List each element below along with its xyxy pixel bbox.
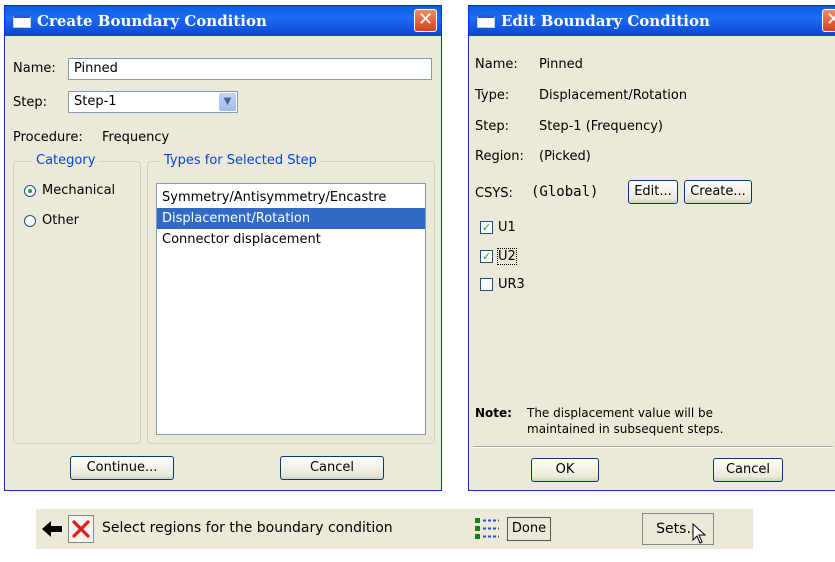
create-dialog-titlebar[interactable]: Create Boundary Condition ✕ bbox=[5, 6, 441, 36]
type-item-displacement-rotation[interactable]: Displacement/Rotation bbox=[157, 208, 425, 229]
prompt-bar: Select regions for the boundary conditio… bbox=[36, 509, 753, 549]
csys-label: CSYS: bbox=[475, 186, 513, 201]
edit-dialog-titlebar[interactable]: Edit Boundary Condition ✕ bbox=[469, 6, 835, 36]
check-icon: ✓ bbox=[480, 250, 493, 263]
edit-cancel-button[interactable]: Cancel bbox=[713, 458, 783, 482]
close-icon[interactable]: ✕ bbox=[414, 9, 437, 32]
step-select[interactable]: Step-1 ▼ bbox=[68, 91, 238, 113]
edit-region-label: Region: bbox=[475, 149, 524, 164]
procedure-value: Frequency bbox=[102, 130, 170, 145]
chevron-down-icon[interactable]: ▼ bbox=[219, 93, 236, 111]
type-item-connector-displacement[interactable]: Connector displacement bbox=[157, 229, 425, 250]
edit-region-value: (Picked) bbox=[539, 149, 591, 164]
types-listbox[interactable]: Symmetry/Antisymmetry/Encastre Displacem… bbox=[156, 183, 426, 435]
dof-u1-checkbox[interactable]: ✓ U1 bbox=[480, 220, 540, 236]
done-button[interactable]: Done bbox=[507, 517, 551, 541]
csys-edit-button[interactable]: Edit... bbox=[628, 180, 678, 204]
edit-step-label: Step: bbox=[475, 119, 509, 134]
radio-other[interactable]: Other bbox=[24, 213, 136, 231]
types-legend: Types for Selected Step bbox=[160, 153, 321, 168]
procedure-label: Procedure: bbox=[13, 130, 83, 145]
step-label: Step: bbox=[13, 95, 47, 110]
csys-value: (Global) bbox=[531, 184, 599, 200]
category-group: Category Mechanical Other bbox=[13, 153, 141, 444]
dof-ur3-label: UR3 bbox=[498, 277, 525, 292]
edit-step-value: Step-1 (Frequency) bbox=[539, 119, 663, 134]
note-label: Note: bbox=[475, 406, 512, 420]
edit-type-label: Type: bbox=[475, 88, 510, 103]
dof-u2-checkbox[interactable]: ✓ U2 bbox=[480, 248, 540, 265]
create-dialog-title: Create Boundary Condition bbox=[37, 12, 267, 30]
edit-name-label: Name: bbox=[475, 57, 518, 72]
radio-off-icon bbox=[24, 215, 36, 227]
check-icon: ✓ bbox=[480, 221, 493, 234]
radio-mechanical[interactable]: Mechanical bbox=[24, 183, 136, 201]
close-icon[interactable]: ✕ bbox=[822, 9, 835, 32]
radio-on-icon bbox=[24, 185, 36, 197]
radio-mechanical-label: Mechanical bbox=[42, 183, 116, 198]
ok-button[interactable]: OK bbox=[531, 458, 599, 482]
dof-u1-label: U1 bbox=[498, 220, 516, 235]
continue-button[interactable]: Continue... bbox=[70, 456, 174, 480]
types-group: Types for Selected Step Symmetry/Antisym… bbox=[147, 153, 435, 444]
mouse-cursor-icon bbox=[692, 522, 708, 545]
window-icon bbox=[13, 14, 31, 28]
window-icon bbox=[477, 14, 495, 28]
note-line-1: The displacement value will be bbox=[527, 406, 714, 420]
prompt-text: Select regions for the boundary conditio… bbox=[102, 520, 393, 536]
name-label: Name: bbox=[13, 61, 56, 76]
radio-other-label: Other bbox=[42, 213, 79, 228]
dof-u2-label: U2 bbox=[497, 248, 517, 265]
step-select-value: Step-1 bbox=[74, 94, 117, 109]
cancel-x-icon[interactable] bbox=[68, 515, 94, 543]
note-line-2: maintained in subsequent steps. bbox=[527, 422, 724, 436]
unchecked-box-icon bbox=[480, 278, 493, 291]
edit-type-value: Displacement/Rotation bbox=[539, 88, 688, 103]
edit-name-value: Pinned bbox=[539, 57, 583, 72]
back-arrow-icon[interactable] bbox=[40, 517, 64, 541]
type-item-symmetry[interactable]: Symmetry/Antisymmetry/Encastre bbox=[157, 187, 425, 208]
category-legend: Category bbox=[32, 153, 100, 168]
edit-dialog-title: Edit Boundary Condition bbox=[501, 12, 710, 30]
selection-options-icon[interactable] bbox=[473, 515, 501, 543]
create-cancel-button[interactable]: Cancel bbox=[280, 456, 384, 480]
divider bbox=[473, 446, 833, 448]
name-input[interactable]: Pinned bbox=[68, 58, 432, 80]
create-boundary-condition-dialog: Create Boundary Condition ✕ Name: Pinned… bbox=[4, 5, 442, 491]
dof-ur3-checkbox[interactable]: UR3 bbox=[480, 277, 540, 293]
edit-boundary-condition-dialog: Edit Boundary Condition ✕ Name: Pinned T… bbox=[468, 5, 835, 491]
csys-create-button[interactable]: Create... bbox=[684, 180, 752, 204]
